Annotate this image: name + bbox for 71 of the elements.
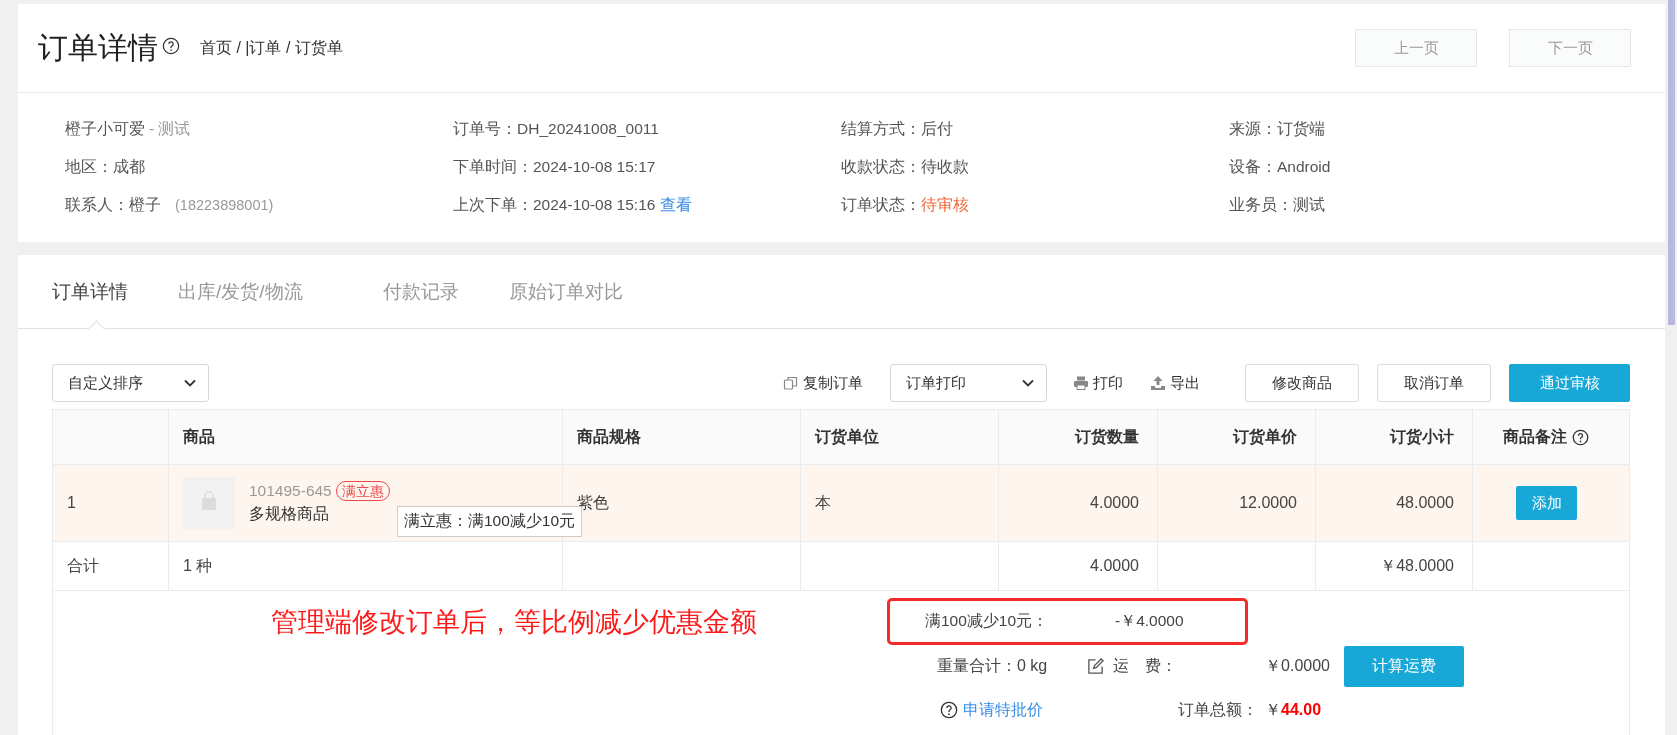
tab[interactable]: 出库/发货/物流 [174, 255, 307, 328]
column-header: 商品 [183, 426, 215, 447]
column-header: 商品规格 [577, 426, 641, 447]
tooltip: 满立惠：满100减少10元 [397, 506, 583, 537]
help-icon[interactable] [940, 701, 958, 719]
column-header: 订货数量 [1075, 426, 1139, 448]
column-header: 订货单位 [815, 426, 879, 448]
action-button[interactable]: 取消订单 [1377, 364, 1491, 402]
chevron-down-icon [184, 379, 196, 387]
order-total: ￥44.00 [1265, 699, 1322, 720]
weight-total: 重量合计：0 kg [937, 656, 1049, 676]
table-cell: 4.0000 [1090, 494, 1139, 512]
upload-icon[interactable] [1150, 375, 1166, 391]
info-field: 来源：订货端 [1229, 118, 1325, 140]
page-title: 订单详情 [38, 29, 158, 66]
copy-order-link[interactable]: 复制订单 [803, 373, 863, 393]
page-nav-button[interactable]: 上一页 [1355, 29, 1477, 67]
help-icon[interactable] [1571, 428, 1589, 446]
info-field: 订单号：DH_20241008_0011 [453, 118, 659, 140]
info-field: 订单状态：待审核 [841, 194, 969, 216]
info-field: 地区：成都 [65, 156, 145, 178]
page-nav-button[interactable]: 下一页 [1509, 29, 1631, 67]
column-header: 订货小计 [1390, 426, 1454, 448]
freight-value: ￥0.0000 [1264, 656, 1330, 676]
info-note: (18223898001) [175, 197, 274, 213]
info-field: 设备：Android [1229, 156, 1331, 178]
export-link[interactable]: 导出 [1170, 373, 1200, 393]
chevron-down-icon [1022, 379, 1034, 387]
table-cell: 12.0000 [1239, 494, 1297, 512]
breadcrumb: 首页 / |订单 / 订货单 [200, 37, 343, 58]
copy-icon[interactable] [783, 375, 799, 391]
table-cell: 1 [67, 494, 76, 512]
table-cell-text: 合计 [67, 555, 99, 576]
info-field: 业务员：测试 [1229, 194, 1325, 216]
action-button[interactable]: 通过审核 [1509, 364, 1630, 402]
info-field: 收款状态：待收款 [841, 156, 969, 178]
view-link[interactable]: 查看 [660, 194, 693, 216]
freight-label: 运 费： [1113, 656, 1178, 676]
discount-label: 满100减少10元： [925, 611, 1050, 631]
add-button[interactable]: 添加 [1516, 486, 1577, 520]
print-dropdown[interactable]: 订单打印 [890, 364, 1047, 402]
info-field: 橙子小可爱 [65, 118, 145, 140]
column-header: 商品备注 [1502, 426, 1567, 447]
product-name: 多规格商品 [249, 504, 330, 524]
order-total-label: 订单总额： [1178, 699, 1259, 720]
sort-dropdown[interactable]: 自定义排序 [52, 364, 209, 402]
action-button[interactable]: 修改商品 [1245, 364, 1359, 402]
info-note: - 测试 [149, 118, 191, 139]
help-icon[interactable] [162, 37, 180, 55]
tab[interactable]: 付款记录 [378, 255, 463, 328]
product-thumbnail [183, 477, 235, 529]
calculate-freight-button[interactable]: 计算运费 [1344, 646, 1464, 687]
info-field: 结算方式：后付 [841, 118, 953, 140]
edit-icon[interactable] [1087, 658, 1104, 675]
printer-icon[interactable] [1073, 375, 1089, 391]
info-field: 联系人：橙子 [65, 194, 161, 216]
discount-value: -￥4.0000 [1115, 611, 1184, 631]
scrollbar-thumb[interactable] [1668, 0, 1675, 325]
table-cell: 4.0000 [1090, 557, 1139, 575]
table-cell-text: 本 [815, 492, 831, 513]
special-price-link[interactable]: 申请特批价 [963, 699, 1178, 721]
print-link[interactable]: 打印 [1093, 373, 1123, 393]
info-field: 下单时间：2024-10-08 15:17 [453, 156, 656, 178]
table-cell-text: 1 种 [183, 555, 213, 576]
annotation-text: 管理端修改订单后，等比例减少优惠金额 [270, 605, 758, 639]
info-field: 上次下单：2024-10-08 15:16 [453, 194, 656, 216]
column-header: 订货单价 [1233, 426, 1297, 448]
table-cell: 48.0000 [1396, 494, 1454, 512]
tab[interactable]: 原始订单对比 [504, 255, 627, 328]
table-cell-text: ￥48.0000 [1380, 555, 1454, 576]
product-code: 101495-645 [249, 482, 332, 500]
